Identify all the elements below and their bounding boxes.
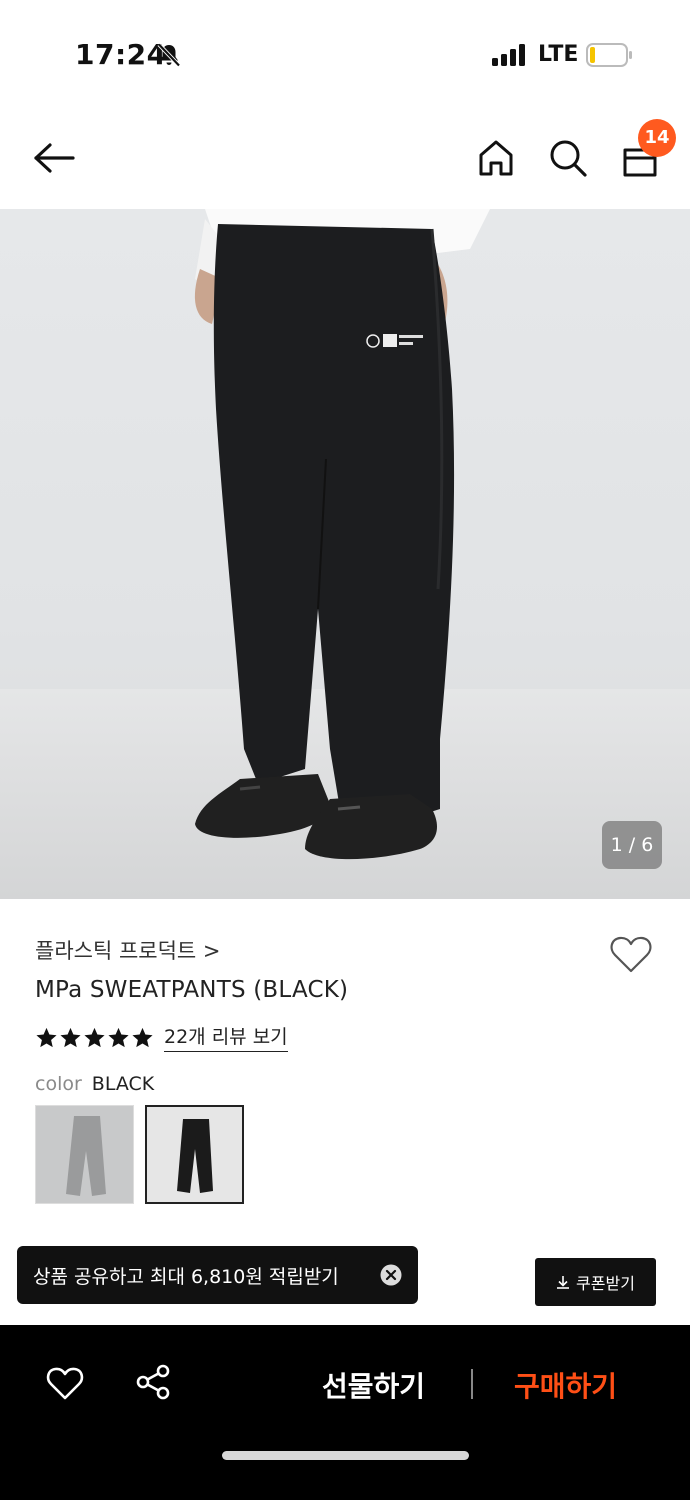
rating-row: 22개 리뷰 보기 — [35, 1022, 288, 1052]
wishlist-heart-icon[interactable] — [46, 1365, 84, 1401]
download-icon — [557, 1276, 570, 1289]
gift-button[interactable]: 선물하기 — [322, 1365, 425, 1405]
close-icon[interactable] — [380, 1264, 402, 1286]
share-reward-toast: 상품 공유하고 최대 6,810원 적립받기 — [17, 1246, 418, 1304]
signal-icon — [492, 44, 525, 66]
share-icon[interactable] — [134, 1363, 172, 1401]
brand-link[interactable]: 플라스틱 프로덕트 > — [35, 935, 221, 965]
color-value: BLACK — [91, 1073, 155, 1095]
buy-button[interactable]: 구매하기 — [514, 1365, 617, 1405]
color-label: color — [35, 1073, 82, 1095]
status-time: 17:24 — [75, 38, 167, 71]
top-nav: 14 — [0, 110, 690, 208]
bell-muted-icon — [157, 43, 181, 67]
cart-count-badge: 14 — [638, 119, 676, 157]
home-icon[interactable] — [474, 136, 518, 180]
back-arrow-icon[interactable] — [32, 138, 76, 178]
color-swatch-gray[interactable] — [35, 1105, 134, 1204]
star-icon — [108, 1027, 129, 1047]
home-indicator[interactable] — [222, 1451, 469, 1460]
swatch-thumbnail — [147, 1107, 242, 1202]
coupon-label: 쿠폰받기 — [576, 1274, 635, 1293]
rating-stars — [35, 1026, 154, 1049]
network-type: LTE — [538, 42, 579, 67]
heart-icon[interactable] — [609, 934, 653, 974]
swatch-thumbnail — [36, 1106, 133, 1203]
battery-icon — [586, 43, 632, 67]
star-icon — [84, 1027, 105, 1047]
product-image[interactable]: 1 / 6 — [0, 209, 690, 899]
coupon-download-button[interactable]: 쿠폰받기 — [535, 1258, 656, 1306]
review-link[interactable]: 22개 리뷰 보기 — [164, 1022, 288, 1052]
color-swatch-black[interactable] — [145, 1105, 244, 1204]
status-bar: 17:24 LTE — [0, 0, 690, 110]
star-icon — [132, 1027, 153, 1047]
star-icon — [36, 1027, 57, 1047]
product-photo — [0, 209, 690, 899]
toast-text: 상품 공유하고 최대 6,810원 적립받기 — [33, 1265, 339, 1288]
search-icon[interactable] — [546, 136, 590, 180]
star-icon — [60, 1027, 81, 1047]
bottom-action-bar: 선물하기 구매하기 — [0, 1325, 690, 1500]
image-counter: 1 / 6 — [602, 821, 662, 869]
action-divider — [471, 1369, 473, 1399]
product-name: MPa SWEATPANTS (BLACK) — [35, 977, 349, 1003]
color-selector-label: color BLACK — [35, 1073, 154, 1095]
